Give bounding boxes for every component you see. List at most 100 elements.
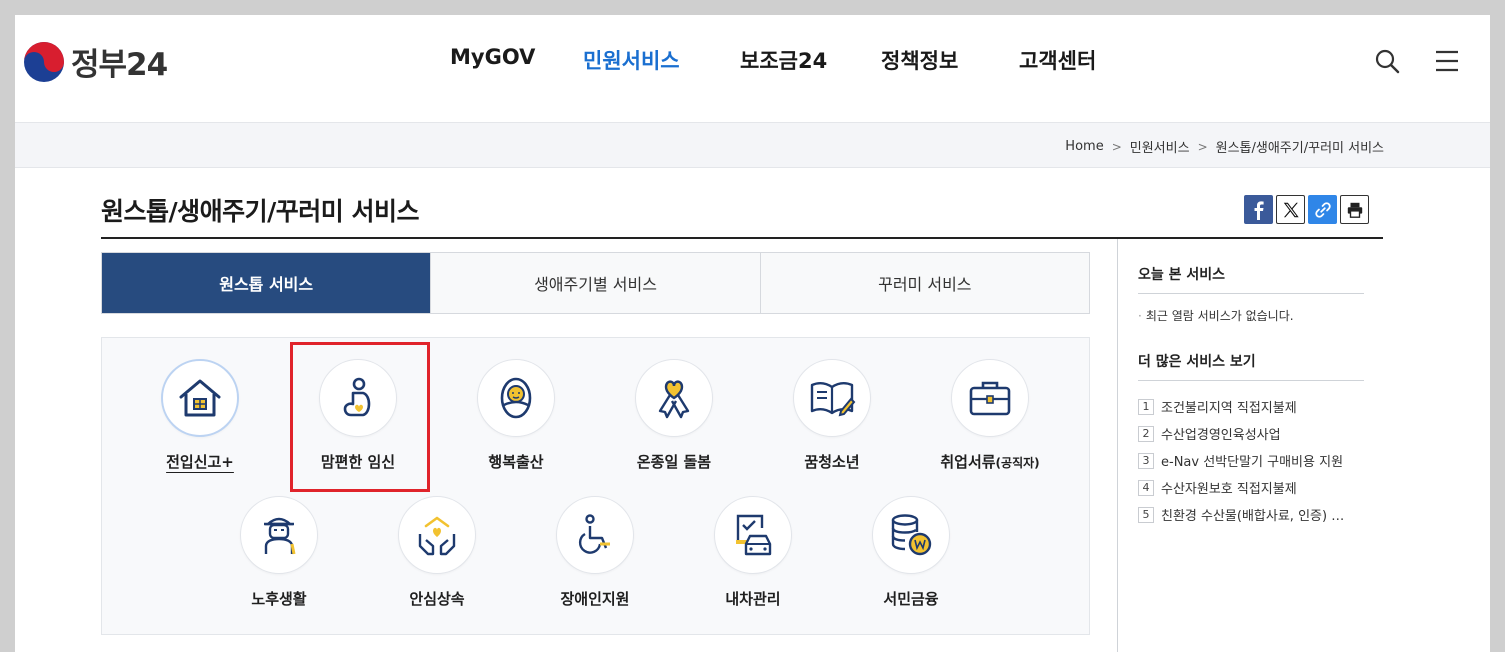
- service-happy-birth[interactable]: 행복출산: [441, 359, 591, 472]
- list-item-label: 수산자원보호 직접지불제: [1161, 482, 1297, 497]
- service-youth-dream[interactable]: 꿈청소년: [757, 359, 907, 472]
- service-label: 내차관리: [725, 590, 781, 608]
- search-icon: [1375, 49, 1400, 74]
- service-label: 장애인지원: [560, 590, 630, 608]
- service-icon-circle: [161, 359, 239, 437]
- list-number: 3: [1138, 452, 1154, 469]
- chevron-right-icon: >: [1111, 139, 1122, 154]
- baby-icon: [500, 377, 532, 419]
- list-number: 4: [1138, 479, 1154, 496]
- service-label: 취업서류(공직자): [915, 451, 1065, 472]
- service-employment-docs[interactable]: 취업서류(공직자): [915, 359, 1065, 472]
- facebook-share-button[interactable]: [1244, 195, 1273, 224]
- tab-bundle[interactable]: 꾸러미 서비스: [759, 253, 1089, 313]
- title-divider: [101, 237, 1383, 239]
- hamburger-menu-icon: [1436, 50, 1458, 72]
- list-item[interactable]: 2 수산업경영인육성사업: [1138, 420, 1344, 447]
- service-label: 행복출산: [488, 453, 544, 471]
- service-disability-support[interactable]: 장애인지원: [520, 496, 670, 609]
- service-icon-circle: [477, 359, 555, 437]
- breadcrumb-civil-service[interactable]: 민원서비스: [1130, 137, 1190, 156]
- service-car-management[interactable]: 내차관리: [678, 496, 828, 609]
- nav-policy-info[interactable]: 정책정보: [881, 45, 958, 75]
- service-icon-circle: [240, 496, 318, 574]
- service-label: 안심상속: [409, 590, 465, 608]
- service-retirement[interactable]: 노후생활: [204, 496, 354, 609]
- service-microfinance[interactable]: 서민금융: [836, 496, 986, 609]
- more-services-title: 더 많은 서비스 보기: [1138, 354, 1256, 370]
- service-label-main: 취업서류: [940, 453, 996, 471]
- global-nav: MyGOV 민원서비스 보조금24 정책정보 고객센터: [15, 45, 1490, 77]
- coins-icon: [891, 514, 932, 556]
- browser-viewport: 정부24 MyGOV 민원서비스 보조금24 정책정보 고객센터 Home > …: [15, 15, 1490, 652]
- printer-icon: [1347, 202, 1362, 218]
- list-item[interactable]: 5 친환경 수산물(배합사료, 인증) …: [1138, 501, 1344, 528]
- service-label: 서민금융: [883, 590, 939, 608]
- more-services-list: 1 조건불리지역 직접지불제 2 수산업경영인육성사업 3 e-Nav 선박단말기 구…: [1138, 393, 1344, 528]
- service-icon-circle: [635, 359, 713, 437]
- ribbon-heart-icon: [658, 380, 690, 419]
- service-icon-circle: [951, 359, 1029, 437]
- house-icon: [179, 379, 221, 417]
- x-share-button[interactable]: [1276, 195, 1305, 224]
- list-item[interactable]: 3 e-Nav 선박단말기 구매비용 지원: [1138, 447, 1344, 474]
- nav-civil-service[interactable]: 민원서비스: [583, 45, 680, 75]
- service-all-day-care[interactable]: 온종일 돌봄: [599, 359, 749, 472]
- sidebar-divider-line: [1138, 293, 1364, 294]
- service-move-in-report[interactable]: 전입신고+: [125, 359, 275, 472]
- service-icon-circle: [714, 496, 792, 574]
- list-item[interactable]: 1 조건불리지역 직접지불제: [1138, 393, 1344, 420]
- service-icon-circle: [872, 496, 950, 574]
- breadcrumb-current[interactable]: 원스톱/생애주기/꾸러미 서비스: [1216, 137, 1384, 156]
- list-item-label: 친환경 수산물(배합사료, 인증) …: [1161, 509, 1345, 524]
- list-number: 1: [1138, 398, 1154, 415]
- facebook-icon: [1254, 200, 1264, 220]
- service-label: 온종일 돌봄: [636, 453, 712, 471]
- nav-mygov[interactable]: MyGOV: [450, 45, 535, 69]
- tab-lifecycle[interactable]: 생애주기별 서비스: [430, 253, 760, 313]
- service-inheritance[interactable]: 안심상속: [362, 496, 512, 609]
- page-title: 원스톱/생애주기/꾸러미 서비스: [101, 197, 419, 226]
- link-icon: [1314, 201, 1331, 218]
- hands-heart-icon: [418, 516, 456, 556]
- list-number: 2: [1138, 425, 1154, 442]
- service-label-sub: (공직자): [995, 456, 1040, 470]
- list-item[interactable]: 4 수산자원보호 직접지불제: [1138, 474, 1344, 501]
- breadcrumb: Home > 민원서비스 > 원스톱/생애주기/꾸러미 서비스: [1065, 137, 1384, 156]
- elder-icon: [264, 517, 296, 555]
- copy-link-button[interactable]: [1308, 195, 1337, 224]
- print-button[interactable]: [1340, 195, 1369, 224]
- service-label: 꿈청소년: [804, 453, 860, 471]
- service-icon-circle: [398, 496, 476, 574]
- recent-services-title: 오늘 본 서비스: [1138, 267, 1226, 283]
- sidebar-divider: [1117, 239, 1118, 652]
- service-label: 전입신고+: [166, 453, 234, 471]
- car-document-icon: [736, 514, 772, 556]
- list-item-label: e-Nav 선박단말기 구매비용 지원: [1161, 455, 1344, 470]
- share-toolbar: [1244, 195, 1369, 224]
- nav-subsidy24[interactable]: 보조금24: [740, 45, 827, 75]
- breadcrumb-bar: Home > 민원서비스 > 원스톱/생애주기/꾸러미 서비스: [15, 122, 1490, 168]
- tab-onestop[interactable]: 원스톱 서비스: [102, 253, 431, 313]
- site-header: 정부24 MyGOV 민원서비스 보조금24 정책정보 고객센터: [15, 15, 1490, 122]
- search-button[interactable]: [1374, 48, 1400, 78]
- selection-highlight-box: [290, 342, 430, 492]
- briefcase-icon: [969, 381, 1011, 416]
- service-icon-circle: [793, 359, 871, 437]
- list-item-label: 수산업경영인육성사업: [1161, 428, 1281, 443]
- header-utilities: [1374, 48, 1460, 78]
- recent-services-empty: 최근 열람 서비스가 없습니다.: [1138, 307, 1294, 324]
- list-number: 5: [1138, 506, 1154, 523]
- sidebar-divider-line: [1138, 380, 1364, 381]
- breadcrumb-home[interactable]: Home: [1065, 139, 1103, 154]
- x-logo-icon: [1283, 202, 1299, 217]
- nav-customer-center[interactable]: 고객센터: [1019, 45, 1096, 75]
- chevron-right-icon: >: [1197, 139, 1208, 154]
- service-tabs: 원스톱 서비스 생애주기별 서비스 꾸러미 서비스: [101, 252, 1090, 314]
- book-pencil-icon: [810, 382, 856, 417]
- list-item-label: 조건불리지역 직접지불제: [1161, 401, 1297, 416]
- wheelchair-icon: [578, 514, 610, 554]
- menu-button[interactable]: [1434, 48, 1460, 78]
- service-label: 노후생활: [251, 590, 307, 608]
- service-icon-circle: [556, 496, 634, 574]
